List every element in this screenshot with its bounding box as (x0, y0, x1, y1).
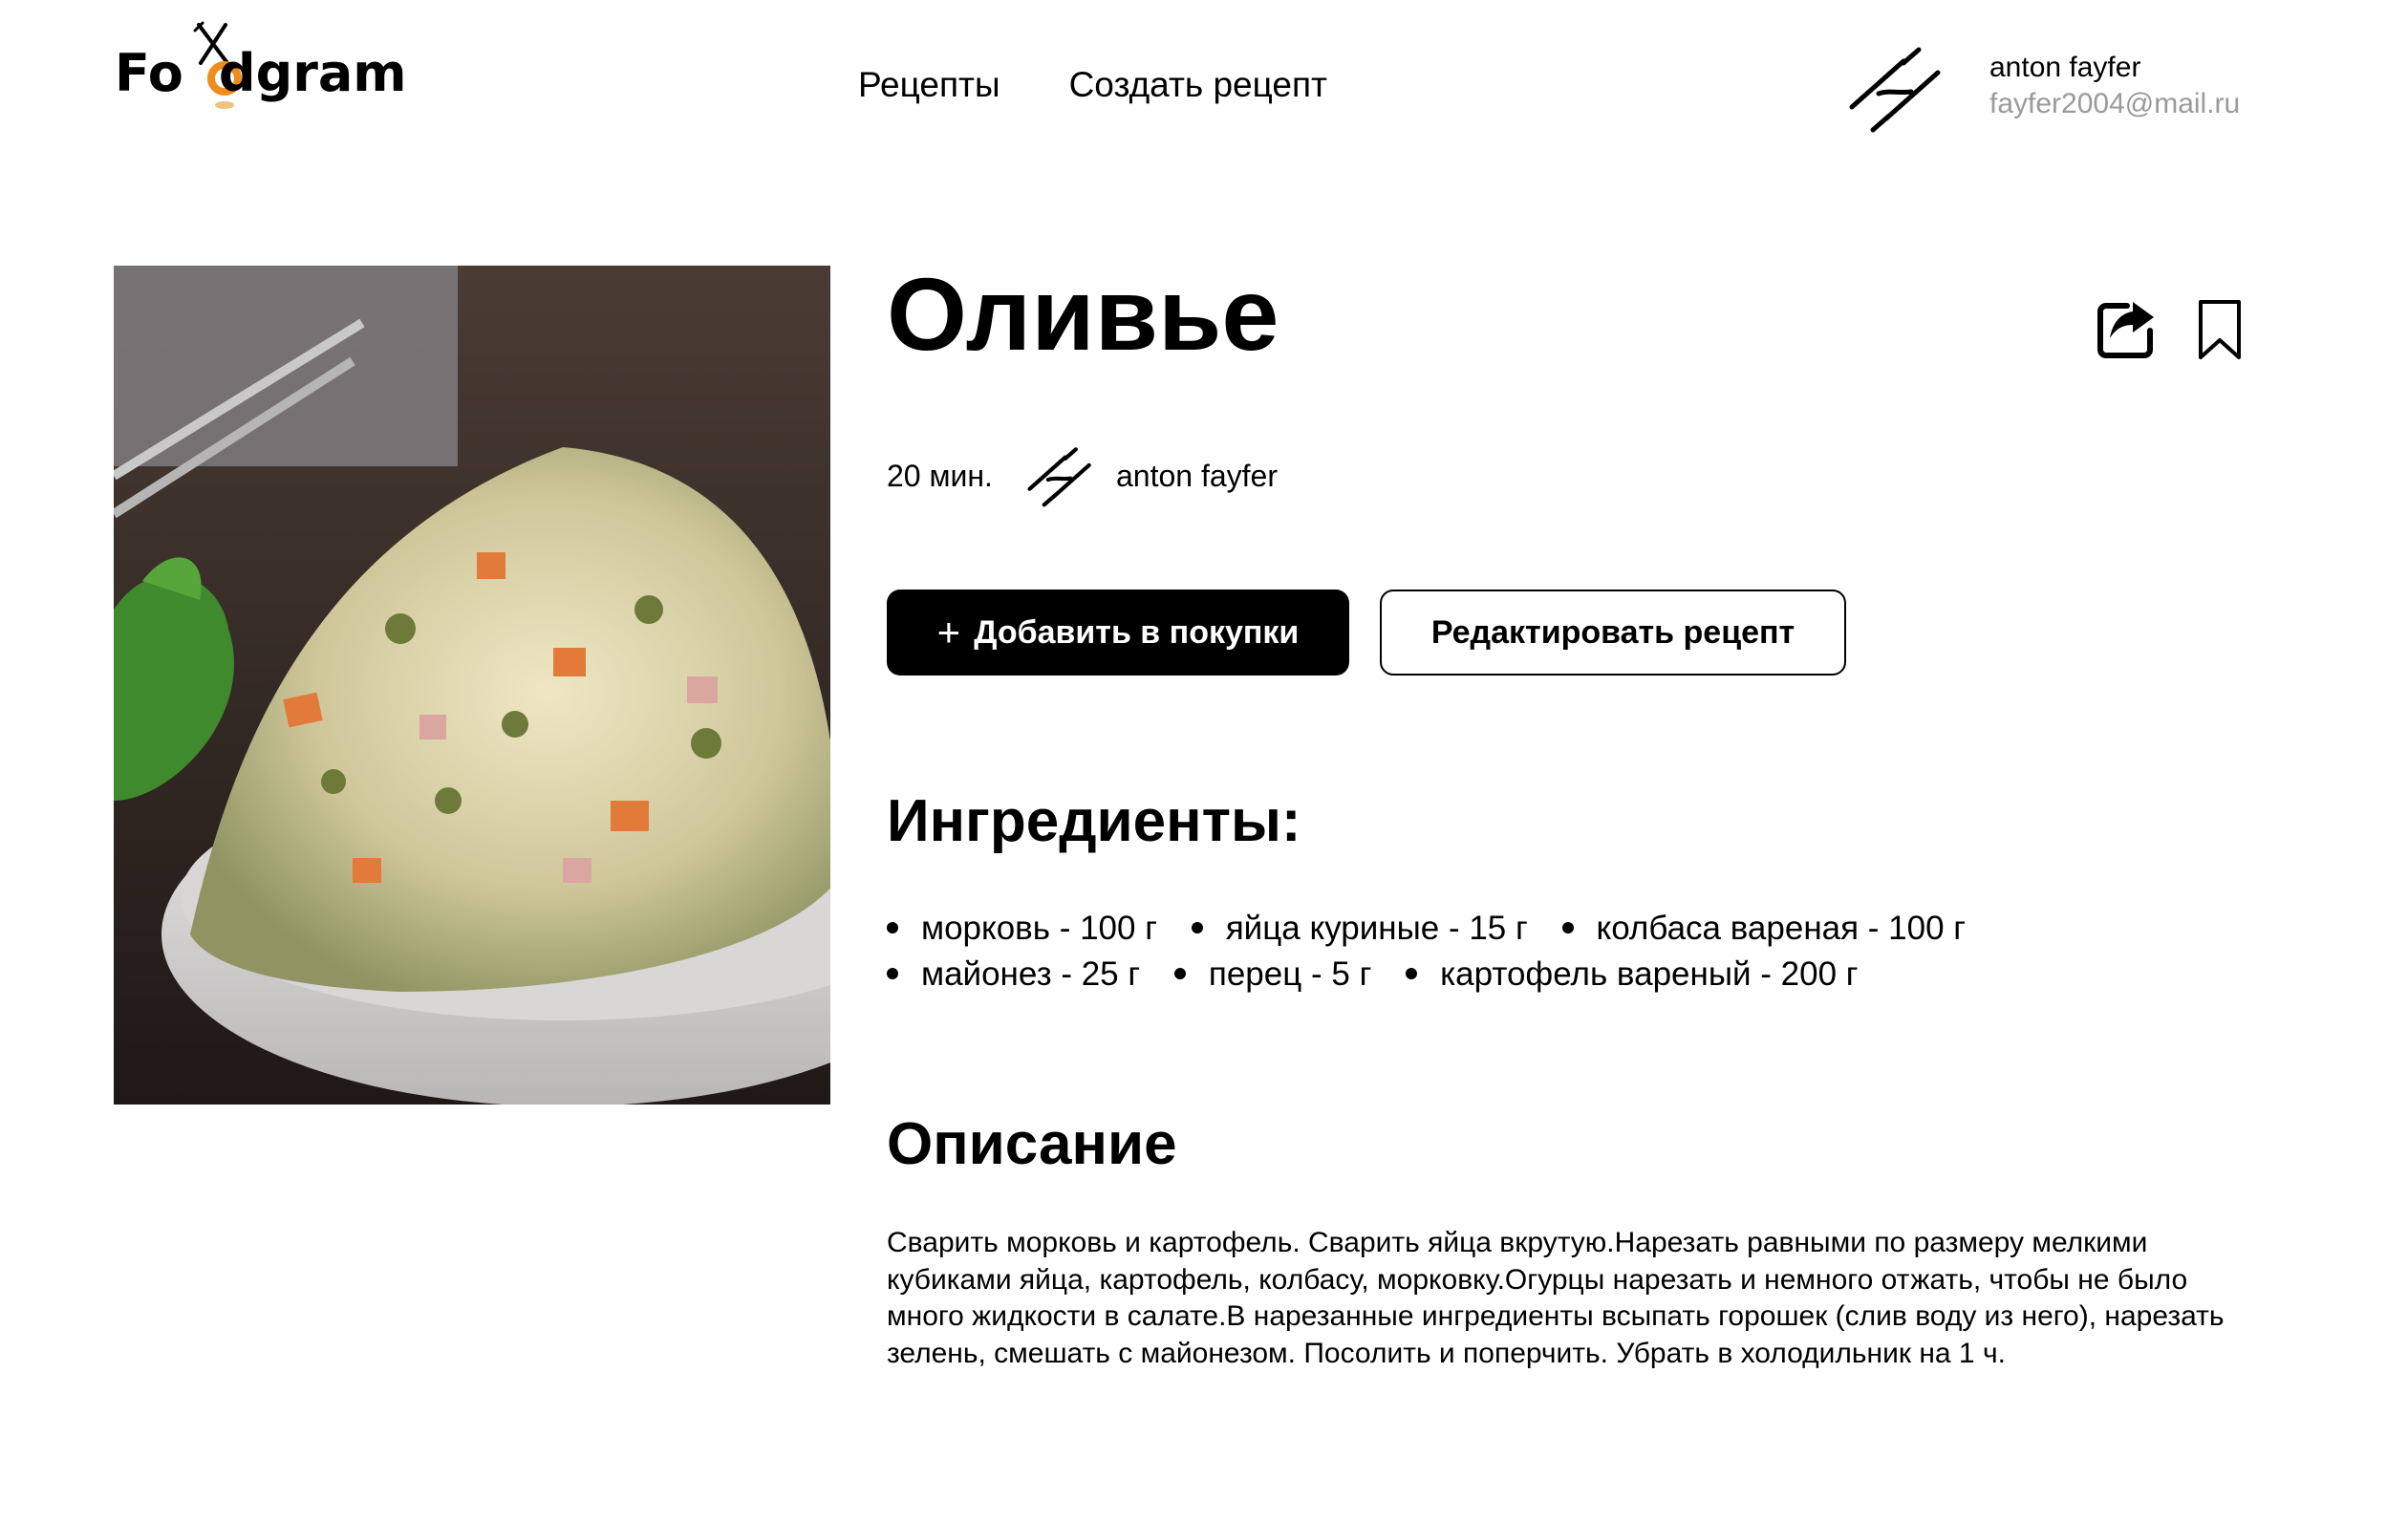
nav-create-recipe-link[interactable]: Создать рецепт (1069, 65, 1327, 105)
ingredient-item: яйца куриные - 15 г (1192, 906, 1528, 952)
recipe-author[interactable]: anton fayfer (1116, 459, 1278, 494)
ingredient-item: перец - 5 г (1174, 952, 1371, 997)
add-to-cart-label: Добавить в покупки (974, 613, 1300, 651)
bookmark-icon[interactable] (2196, 298, 2244, 361)
add-to-cart-button[interactable]: + Добавить в покупки (887, 590, 1349, 676)
ingredient-item: картофель вареный - 200 г (1406, 952, 1858, 997)
user-email: fayfer2004@mail.ru (1989, 88, 2241, 119)
recipe-description: Сварить морковь и картофель. Сварить яйц… (887, 1227, 2225, 1369)
logo-wordmark: Foodgram (115, 43, 407, 103)
ingredients-list: морковь - 100 г яйца куриные - 15 г колб… (887, 906, 2244, 997)
foodgram-logo[interactable]: Foodgram (115, 19, 420, 115)
main-nav: Рецепты Создать рецепт (858, 65, 1327, 105)
chain-link-icon (1849, 47, 1941, 133)
user-name: anton fayfer (1989, 52, 2141, 83)
ingredient-item: майонез - 25 г (887, 952, 1140, 997)
share-icon[interactable] (2095, 298, 2158, 361)
ingredients-title: Ингредиенты: (887, 788, 1301, 854)
olivier-salad-photo (114, 266, 830, 1105)
edit-recipe-button[interactable]: Редактировать рецепт (1380, 590, 1846, 676)
nav-recipes-link[interactable]: Рецепты (858, 65, 1000, 105)
description-title: Описание (887, 1111, 1177, 1177)
edit-recipe-label: Редактировать рецепт (1430, 613, 1795, 651)
plus-icon: + (936, 610, 961, 654)
site-header: Foodgram Рецепты Создать рецепт anton fa… (0, 0, 2408, 182)
user-menu[interactable]: anton fayfer fayfer2004@mail.ru (1844, 38, 2246, 143)
ingredient-item: морковь - 100 г (887, 906, 1157, 952)
author-chain-link-icon (1027, 447, 1091, 507)
cook-time: 20 мин. (887, 459, 993, 493)
ingredient-item: колбаса вареная - 100 г (1562, 906, 1967, 952)
recipe-image (114, 266, 830, 1105)
recipe-title: Оливье (887, 256, 1279, 372)
